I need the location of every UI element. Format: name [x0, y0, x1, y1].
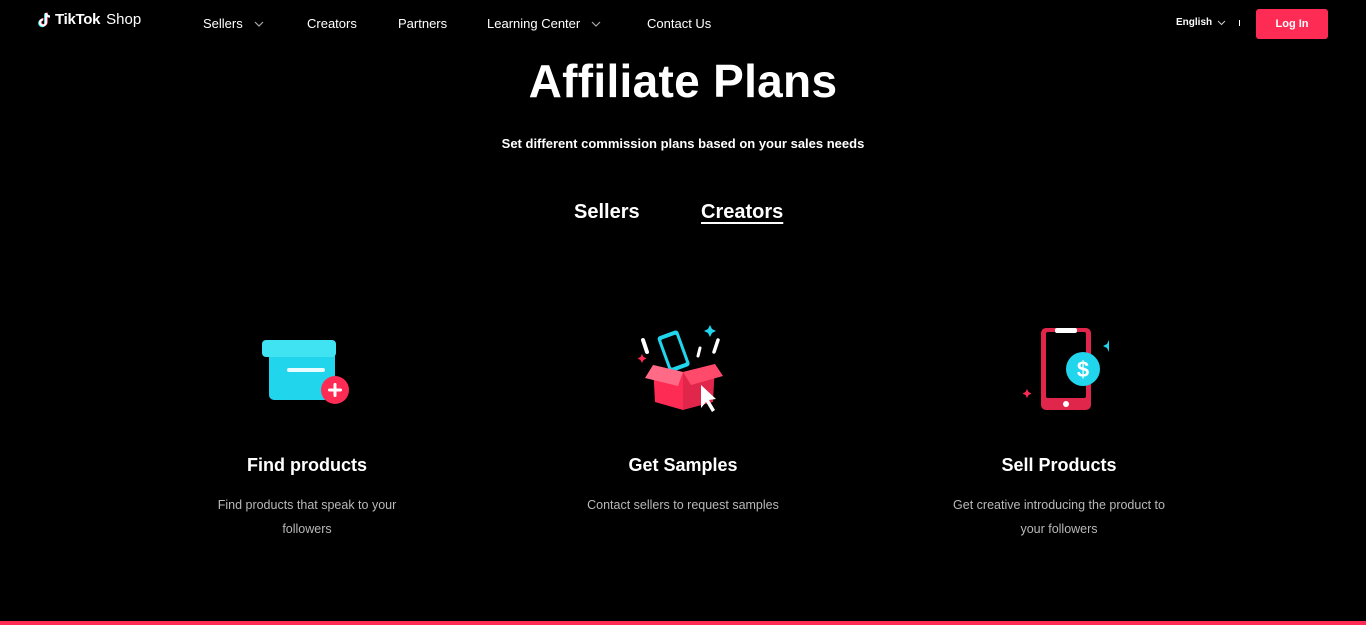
step-title: Sell Products	[1001, 455, 1117, 475]
tab-creators[interactable]: Creators	[701, 201, 783, 224]
chevron-down-icon	[1217, 20, 1226, 25]
step-card-sell-products: $ Sell Products Get creative introducing…	[909, 320, 1209, 541]
tiktok-note-icon	[38, 12, 51, 27]
step-description: Contact sellers to request samples	[587, 498, 779, 512]
svg-text:$: $	[1077, 357, 1089, 382]
logo-brand: TikTok	[55, 11, 101, 28]
nav-creators-label: Creators	[307, 16, 357, 31]
nav-contact-us[interactable]: Contact Us	[647, 16, 711, 31]
logo-suffix: Shop	[106, 11, 142, 28]
nav-contact-us-label: Contact Us	[647, 16, 712, 31]
login-button[interactable]: Log In	[1256, 9, 1328, 39]
nav-creators[interactable]: Creators	[307, 16, 357, 31]
phone-dollar-icon: $	[1022, 328, 1109, 410]
nav-learning-center-label: Learning Center	[487, 16, 581, 31]
nav-partners-label: Partners	[398, 16, 448, 31]
box-plus-icon	[262, 340, 349, 404]
page-subtitle: Set different commission plans based on …	[501, 136, 865, 151]
chevron-down-icon	[591, 21, 601, 27]
step-title: Get Samples	[628, 455, 738, 475]
nav-partners[interactable]: Partners	[398, 16, 447, 31]
nav-sellers-label: Sellers	[203, 16, 243, 31]
divider	[1239, 20, 1240, 26]
step-description: Get creative introducing the product to …	[953, 498, 1165, 536]
tiktok-shop-logo[interactable]: TikTok Shop	[38, 11, 141, 28]
tab-sellers[interactable]: Sellers	[574, 201, 640, 224]
top-navigation: TikTok Shop Sellers Creators Partners Le…	[0, 0, 1366, 48]
language-label: English	[1176, 17, 1213, 28]
accent-divider	[0, 621, 1366, 625]
step-description: Find products that speak to your followe…	[217, 498, 397, 536]
page-title: Affiliate Plans	[528, 55, 838, 107]
step-card-get-samples: Get Samples Contact sellers to request s…	[533, 320, 833, 517]
open-box-phone-icon	[637, 325, 723, 412]
language-selector[interactable]: English	[1176, 17, 1226, 28]
nav-learning-center[interactable]: Learning Center	[487, 16, 602, 31]
chevron-down-icon	[254, 21, 264, 27]
step-title: Find products	[247, 455, 367, 475]
nav-sellers[interactable]: Sellers	[203, 16, 265, 31]
step-card-find-products: Find products Find products that speak t…	[157, 320, 457, 541]
